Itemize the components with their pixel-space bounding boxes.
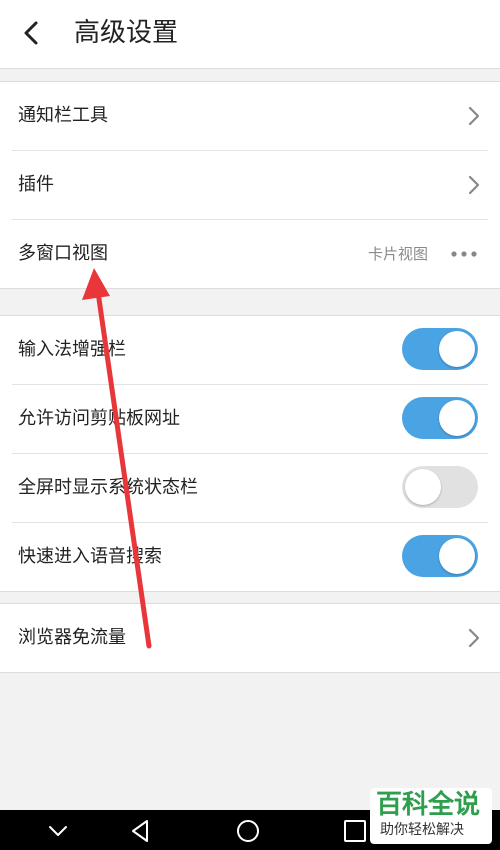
settings-row-label: 快速进入语音搜索 (18, 546, 162, 567)
settings-row-label: 浏览器免流量 (18, 627, 126, 648)
settings-row-label: 插件 (18, 174, 54, 195)
watermark-sub-text: 助你轻松解决 (380, 822, 464, 838)
input-method-bar-toggle[interactable] (402, 328, 478, 370)
chevron-right-icon (468, 175, 480, 195)
back-arrow-icon[interactable] (18, 18, 48, 48)
settings-group-tools: 通知栏工具 插件 多窗口视图 卡片视图 (0, 81, 500, 289)
settings-row-plugins[interactable]: 插件 (12, 150, 488, 219)
home-circle-icon[interactable] (235, 818, 261, 844)
settings-row-notification-tools[interactable]: 通知栏工具 (12, 82, 488, 150)
back-triangle-icon[interactable] (128, 818, 154, 844)
settings-row-free-traffic[interactable]: 浏览器免流量 (12, 604, 488, 672)
settings-row-multi-window-view[interactable]: 多窗口视图 卡片视图 (12, 219, 488, 288)
toggle-knob (405, 469, 441, 505)
app-header: 高级设置 (0, 0, 500, 69)
fullscreen-status-bar-toggle[interactable] (402, 466, 478, 508)
chevron-down-icon[interactable] (45, 818, 71, 844)
settings-row-clipboard-url: 允许访问剪贴板网址 (12, 384, 488, 453)
settings-row-voice-search: 快速进入语音搜索 (12, 522, 488, 591)
page-title: 高级设置 (74, 18, 179, 48)
settings-row-label: 全屏时显示系统状态栏 (18, 477, 198, 498)
settings-row-input-method-bar: 输入法增强栏 (12, 316, 488, 384)
settings-group-toggles: 输入法增强栏 允许访问剪贴板网址 全屏时显示系统状态栏 快速进入语音搜索 (0, 315, 500, 592)
more-dots-icon[interactable] (450, 250, 478, 258)
toggle-knob (439, 331, 475, 367)
settings-row-label: 多窗口视图 (18, 243, 108, 264)
clipboard-url-toggle[interactable] (402, 397, 478, 439)
recents-square-icon[interactable] (342, 818, 368, 844)
settings-group-traffic: 浏览器免流量 (0, 603, 500, 673)
settings-row-value: 卡片视图 (367, 245, 428, 263)
toggle-knob (439, 538, 475, 574)
chevron-right-icon (468, 628, 480, 648)
chevron-right-icon (468, 106, 480, 126)
watermark-main-text: 百科全说 (376, 790, 481, 820)
settings-row-label: 允许访问剪贴板网址 (18, 408, 180, 429)
watermark-logo: 百科全说 助你轻松解决 (370, 788, 492, 844)
settings-row-label: 输入法增强栏 (18, 339, 126, 360)
voice-search-toggle[interactable] (402, 535, 478, 577)
settings-row-fullscreen-status-bar: 全屏时显示系统状态栏 (12, 453, 488, 522)
toggle-knob (439, 400, 475, 436)
settings-row-label: 通知栏工具 (18, 105, 108, 126)
